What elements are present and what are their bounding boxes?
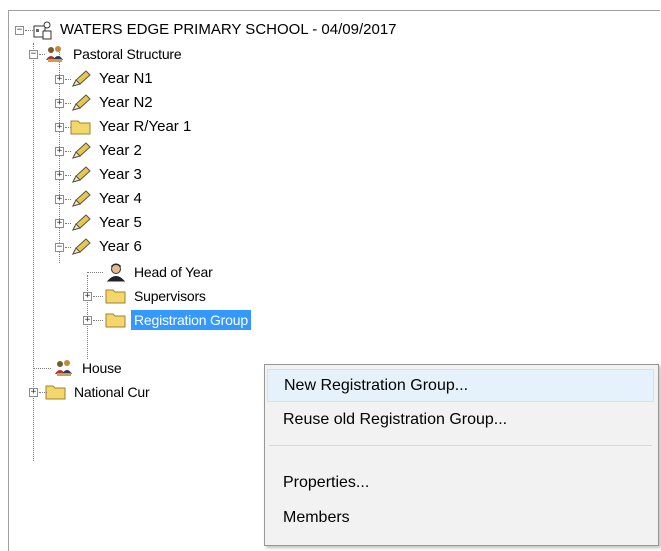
tree-item-label: Head of Year <box>134 264 213 280</box>
tree-item-label: Year 5 <box>99 214 142 231</box>
tree-item-label: Year 4 <box>99 190 142 207</box>
tree-item-year-n1[interactable]: + Year N1 <box>55 67 156 91</box>
expand-toggle[interactable]: + <box>55 123 64 132</box>
tree-item-label: Year 3 <box>99 166 142 183</box>
tree-root[interactable]: − WATERS EDGE PRIMARY SCHOOL - 04/09/201… <box>15 18 400 42</box>
expand-toggle[interactable]: + <box>55 99 64 108</box>
tree-item-year-2[interactable]: + Year 2 <box>55 139 145 163</box>
tree-item-label: Year R/Year 1 <box>99 118 192 135</box>
pencil-icon <box>70 93 92 113</box>
tree-item-national-curriculum[interactable]: + National Cur <box>29 380 152 404</box>
expand-toggle[interactable]: + <box>55 75 64 84</box>
menu-item-new-registration-group[interactable]: New Registration Group... <box>267 369 654 402</box>
people-group-icon <box>44 44 66 64</box>
pencil-icon <box>70 237 92 257</box>
pencil-icon <box>70 165 92 185</box>
expand-toggle[interactable]: + <box>55 195 64 204</box>
pencil-icon <box>70 141 92 161</box>
expand-toggle[interactable]: + <box>83 316 92 325</box>
tree-item-pastoral-structure[interactable]: − Pastoral Structure <box>29 42 184 66</box>
tree-item-label: House <box>82 360 122 376</box>
tree-item-label: Year 6 <box>99 238 142 255</box>
expand-toggle[interactable]: + <box>55 147 64 156</box>
person-icon <box>105 262 127 282</box>
tree-item-label: Year N2 <box>99 94 153 111</box>
tree-item-year-3[interactable]: + Year 3 <box>55 163 145 187</box>
tree-item-label: Year 2 <box>99 142 142 159</box>
tree-item-year-5[interactable]: + Year 5 <box>55 211 145 235</box>
tree-item-year-4[interactable]: + Year 4 <box>55 187 145 211</box>
menu-item-properties[interactable]: Properties... <box>267 466 654 499</box>
school-icon <box>31 20 53 40</box>
pencil-icon <box>70 69 92 89</box>
folder-icon <box>70 117 92 137</box>
menu-item-members[interactable]: Members <box>267 501 654 534</box>
tree-item-label: Pastoral Structure <box>73 46 182 62</box>
menu-separator <box>269 445 652 446</box>
expand-toggle[interactable]: + <box>29 388 38 397</box>
folder-icon <box>105 310 127 330</box>
tree-item-label: Year N1 <box>99 70 153 87</box>
collapse-toggle[interactable]: − <box>15 26 24 35</box>
tree-item-supervisors[interactable]: + Supervisors <box>83 284 209 308</box>
tree-item-label-selected: Registration Group <box>131 310 251 330</box>
tree-item-label: National Cur <box>74 384 150 400</box>
folder-icon <box>105 286 127 306</box>
tree-item-registration-group[interactable]: + Registration Group <box>83 308 251 332</box>
pencil-icon <box>70 189 92 209</box>
context-menu: New Registration Group... Reuse old Regi… <box>264 364 659 546</box>
house-group-icon <box>53 358 75 378</box>
tree-item-year-n2[interactable]: + Year N2 <box>55 91 156 115</box>
menu-item-reuse-old-registration-group[interactable]: Reuse old Registration Group... <box>267 403 654 436</box>
pencil-icon <box>70 213 92 233</box>
expand-toggle[interactable]: + <box>55 219 64 228</box>
folder-icon <box>45 382 67 402</box>
collapse-toggle[interactable]: − <box>29 50 38 59</box>
tree-item-head-of-year[interactable]: Head of Year <box>87 260 216 284</box>
tree-item-label: Supervisors <box>134 288 206 304</box>
tree-item-house[interactable]: House <box>33 356 124 380</box>
collapse-toggle[interactable]: − <box>55 243 64 252</box>
tree-item-year-r-year-1[interactable]: + Year R/Year 1 <box>55 115 194 139</box>
tree-root-label: WATERS EDGE PRIMARY SCHOOL - 04/09/2017 <box>60 21 397 38</box>
tree-item-year-6[interactable]: − Year 6 <box>55 235 145 259</box>
expand-toggle[interactable]: + <box>55 171 64 180</box>
expand-toggle[interactable]: + <box>83 292 92 301</box>
